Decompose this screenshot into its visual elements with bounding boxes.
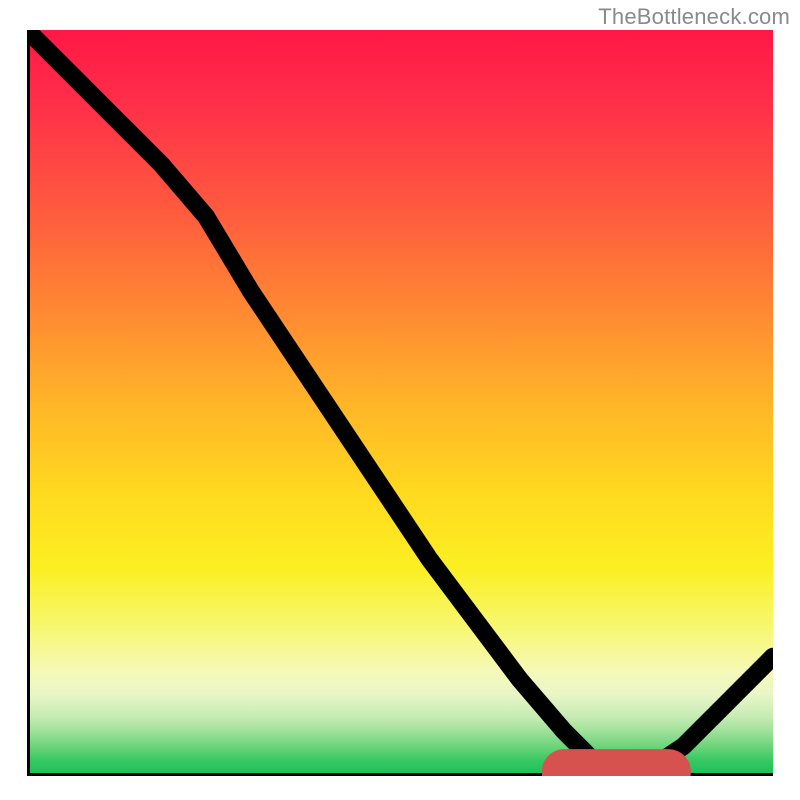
line-chart-svg xyxy=(27,30,773,776)
watermark-text: TheBottleneck.com xyxy=(598,4,790,30)
plot-area xyxy=(27,30,773,776)
chart-container: TheBottleneck.com xyxy=(0,0,800,800)
bottleneck-curve xyxy=(27,30,773,776)
